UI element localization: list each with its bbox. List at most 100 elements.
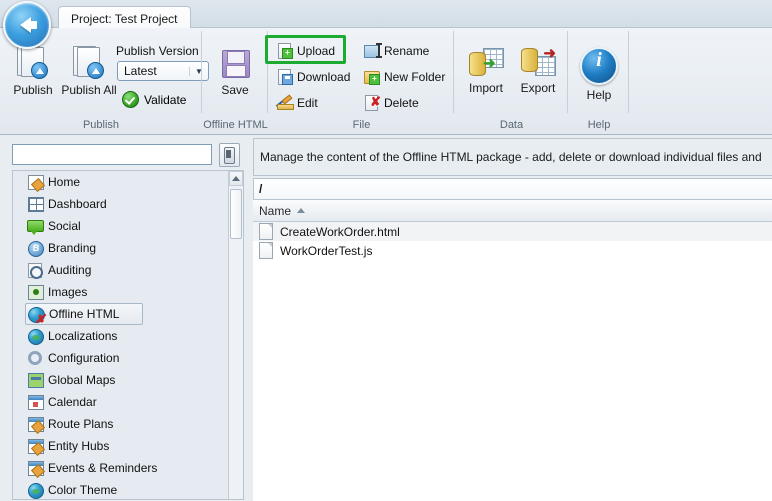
sidebar-item-color-theme[interactable]: Color Theme [13, 479, 229, 499]
globe-icon [27, 482, 44, 499]
sidebar-item-configuration[interactable]: Configuration [13, 347, 229, 369]
document-upload-icon [17, 46, 49, 80]
sidebar-item-label: Events & Reminders [48, 461, 158, 475]
table-row[interactable]: CreateWorkOrder.html [253, 222, 772, 241]
ribbon-group-help: i Help Help [569, 28, 629, 134]
sidebar-tree-items: Home Dashboard Social B Branding Auditin… [13, 171, 229, 499]
window-edit-icon [27, 416, 46, 435]
ribbon-group-data: ➜ Import ➜ Export Data [455, 28, 568, 134]
sidebar-item-label: Branding [48, 241, 97, 255]
main-panel: Manage the content of the Offline HTML p… [253, 138, 772, 501]
home-edit-icon [27, 174, 46, 193]
database-export-icon: ➜ [520, 46, 556, 78]
publish-version-label: Publish Version [116, 44, 199, 58]
device-preview-button[interactable] [219, 143, 240, 167]
edit-icon [275, 94, 294, 111]
documents-upload-icon [73, 46, 105, 80]
sidebar-item-images[interactable]: Images [13, 281, 229, 303]
publish-version-value: Latest [124, 64, 157, 78]
sidebar-item-label: Global Maps [48, 373, 116, 387]
edit-button[interactable]: Edit [275, 93, 318, 113]
rename-button[interactable]: Rename [364, 41, 429, 61]
group-label-publish: Publish [82, 119, 120, 131]
download-button[interactable]: Download [277, 67, 350, 87]
path-bar[interactable]: / [253, 178, 772, 200]
database-import-icon: ➜ [468, 46, 504, 78]
publish-all-button[interactable]: Publish All [60, 46, 118, 97]
sidebar-item-label: Localizations [48, 329, 118, 343]
images-icon [27, 284, 44, 300]
file-icon [259, 242, 273, 259]
tab-project[interactable]: Project: Test Project [58, 6, 191, 28]
dashboard-grid-icon [27, 196, 44, 212]
back-arrow-stem [26, 21, 37, 29]
window-edit-icon [27, 460, 46, 479]
sidebar-item-global-maps[interactable]: Global Maps [13, 369, 229, 391]
export-button[interactable]: ➜ Export [509, 46, 567, 95]
import-button[interactable]: ➜ Import [457, 46, 515, 95]
group-label-file: File [352, 119, 371, 131]
publish-version-select[interactable]: Latest ▼ [117, 61, 209, 81]
save-button[interactable]: Save [206, 48, 264, 97]
file-name: CreateWorkOrder.html [280, 224, 400, 239]
globe-icon [27, 328, 44, 345]
table-row[interactable]: WorkOrderTest.js [253, 241, 772, 260]
social-bubble-icon [27, 218, 44, 235]
sidebar-item-route-plans[interactable]: Route Plans [13, 413, 229, 435]
sidebar-item-calendar[interactable]: Calendar [13, 391, 229, 413]
sidebar-item-social[interactable]: Social [13, 215, 229, 237]
window-edit-icon [27, 438, 46, 457]
group-label-offline-html: Offline HTML [203, 119, 268, 131]
ribbon-group-offline-html: Save Offline HTML [203, 28, 268, 134]
group-separator [201, 31, 202, 113]
validate-label: Validate [144, 92, 187, 107]
sidebar-item-label: Route Plans [48, 417, 114, 431]
download-icon [277, 69, 293, 85]
sidebar-item-offline-html[interactable]: ✘ Offline HTML [25, 303, 143, 325]
sidebar-item-home[interactable]: Home [13, 171, 229, 193]
validate-button[interactable]: Validate [122, 91, 186, 108]
sidebar-scrollbar[interactable] [228, 171, 243, 499]
sidebar-item-branding[interactable]: B Branding [13, 237, 229, 259]
file-list: CreateWorkOrder.html WorkOrderTest.js [253, 222, 772, 501]
group-separator [628, 31, 629, 113]
panel-description: Manage the content of the Offline HTML p… [253, 138, 772, 176]
file-name: WorkOrderTest.js [280, 243, 373, 258]
new-folder-button[interactable]: + New Folder [364, 67, 445, 87]
sidebar-item-entity-hubs[interactable]: Entity Hubs [13, 435, 229, 457]
delete-button[interactable]: ✘ Delete [364, 93, 419, 113]
branding-b-icon: B [27, 240, 44, 257]
sidebar-item-events-reminders[interactable]: Events & Reminders [13, 457, 229, 479]
group-separator [567, 31, 568, 113]
group-label-help: Help [587, 119, 611, 131]
column-header-name: Name [259, 203, 292, 218]
group-separator [453, 31, 454, 113]
help-button[interactable]: i Help [570, 47, 628, 102]
rename-icon [364, 43, 382, 59]
search-input[interactable] [12, 144, 212, 165]
upload-button[interactable]: + Upload [277, 41, 335, 61]
sidebar-item-label: Social [48, 219, 81, 233]
sidebar-item-label: Auditing [48, 263, 92, 277]
sidebar-item-label: Color Theme [48, 483, 118, 497]
publish-button[interactable]: Publish [4, 46, 62, 97]
device-icon [224, 146, 235, 164]
sidebar-item-localizations[interactable]: Localizations [13, 325, 229, 347]
sidebar-item-auditing[interactable]: Auditing [13, 259, 229, 281]
sidebar-item-label: Dashboard [48, 197, 107, 211]
info-circle-icon: i [580, 47, 618, 85]
sidebar: Home Dashboard Social B Branding Auditin… [6, 138, 249, 501]
scroll-up-icon [232, 176, 240, 181]
floppy-disk-icon [219, 48, 251, 80]
file-grid-header[interactable]: Name [253, 200, 772, 222]
group-label-data: Data [499, 119, 524, 131]
sidebar-search-row [12, 142, 244, 168]
new-folder-icon: + [364, 69, 380, 85]
sidebar-item-dashboard[interactable]: Dashboard [13, 193, 229, 215]
offline-html-icon: ✘ [28, 306, 45, 325]
scrollbar-thumb[interactable] [230, 189, 242, 239]
calendar-icon [27, 394, 44, 410]
back-button[interactable] [3, 1, 51, 49]
sort-ascending-icon [297, 208, 306, 213]
scroll-up-button[interactable] [229, 171, 243, 186]
